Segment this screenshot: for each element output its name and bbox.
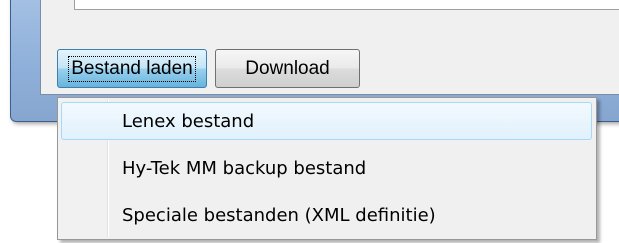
- menu-item-special-xml-files[interactable]: Speciale bestanden (XML definitie): [61, 196, 592, 234]
- load-file-button[interactable]: Bestand laden: [57, 49, 207, 88]
- screen: Bestand laden Download Lenex bestand Hy-…: [0, 0, 619, 243]
- download-button-label: Download: [245, 57, 330, 79]
- load-file-button-label: Bestand laden: [68, 55, 196, 82]
- menu-item-hytek-backup-file[interactable]: Hy-Tek MM backup bestand: [61, 149, 592, 187]
- menu-item-label: Hy-Tek MM backup bestand: [122, 157, 367, 179]
- download-button[interactable]: Download: [215, 49, 360, 88]
- menu-item-lenex-file[interactable]: Lenex bestand: [61, 102, 592, 140]
- load-file-dropdown-menu: Lenex bestand Hy-Tek MM backup bestand S…: [57, 97, 597, 240]
- content-panel: [74, 0, 619, 10]
- menu-item-label: Speciale bestanden (XML definitie): [122, 204, 436, 226]
- menu-item-label: Lenex bestand: [122, 110, 255, 132]
